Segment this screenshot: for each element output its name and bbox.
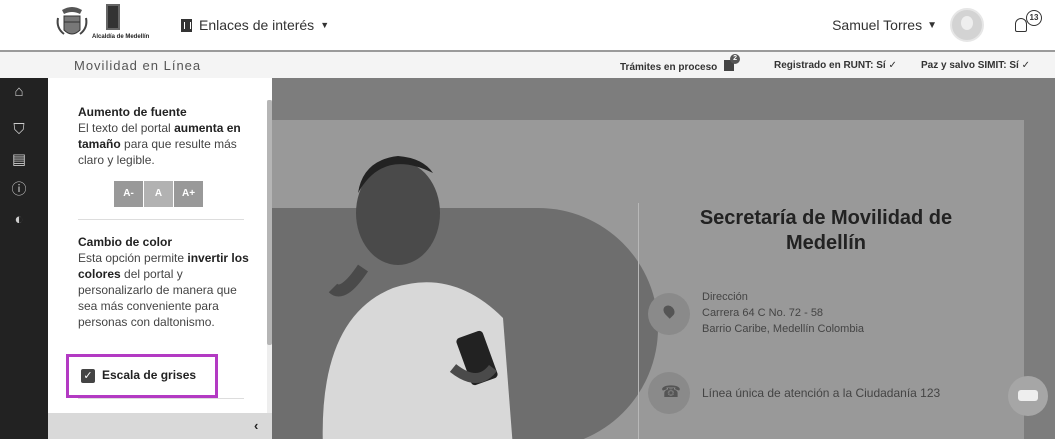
grayscale-checkbox[interactable]: ✓ (81, 369, 95, 383)
document-icon: 2 (724, 54, 741, 71)
divider (638, 203, 639, 439)
hero-person-image (322, 156, 513, 439)
address-label: Dirección (702, 291, 748, 303)
alcaldia-logo[interactable]: Alcaldía de Medellín (92, 4, 149, 46)
colombia-coat-of-arms-icon (56, 7, 88, 35)
left-icon-strip: ⌂ ⛉ ▤ ⓘ ◐ (0, 78, 48, 439)
font-increase-button[interactable]: A+ (174, 181, 203, 207)
location-icon (648, 293, 690, 335)
chevron-down-icon: ▼ (320, 20, 330, 30)
panel-collapse-bar[interactable]: ‹ (48, 413, 272, 439)
links-label: Enlaces de interés (199, 17, 315, 33)
chevron-down-icon: ▼ (927, 19, 937, 31)
runt-status: Registrado en RUNT: Sí ✓ (774, 60, 897, 71)
grayscale-option[interactable]: ✓ Escala de grises (66, 354, 218, 398)
links-dropdown[interactable]: Enlaces de interés ▼ (181, 17, 329, 33)
address-block: Dirección Carrera 64 C No. 72 - 58 Barri… (702, 289, 864, 337)
user-name: Samuel Torres (832, 17, 923, 33)
tramites-badge: 2 (730, 54, 741, 64)
tramites-label: Trámites en proceso (620, 62, 718, 73)
avatar[interactable] (950, 8, 984, 42)
section-title: Secretaría de Movilidad de Medellín (699, 207, 953, 254)
chevron-left-icon[interactable]: ‹ (254, 418, 258, 433)
bell-icon (1015, 18, 1027, 32)
logo-text: Alcaldía de Medellín (92, 34, 150, 40)
font-size-buttons: A- A A+ (114, 181, 204, 207)
font-reset-button[interactable]: A (144, 181, 173, 207)
grayscale-label: Escala de grises (102, 368, 197, 382)
top-bar: Alcaldía de Medellín Enlaces de interés … (0, 0, 1055, 50)
sub-bar: Movilidad en Línea Trámites en proceso 2… (0, 50, 1055, 78)
phone-line: Línea única de atención a la Ciudadanía … (702, 386, 941, 400)
phone-icon (648, 372, 690, 414)
info-icon[interactable]: ⓘ (11, 182, 27, 198)
address-line-2: Barrio Caribe, Medellín Colombia (702, 323, 865, 335)
page-title: Movilidad en Línea (74, 58, 202, 73)
font-size-title: Aumento de fuente (78, 105, 187, 119)
divider (78, 219, 244, 220)
building-icon (106, 4, 120, 30)
color-text: Esta opción permite (78, 251, 188, 265)
user-menu[interactable]: Samuel Torres ▼ (832, 17, 937, 33)
color-change-section: Cambio de color Esta opción permite inve… (78, 234, 258, 330)
color-change-title: Cambio de color (78, 235, 173, 249)
font-size-section: Aumento de fuente El texto del portal au… (78, 104, 258, 168)
font-decrease-button[interactable]: A- (114, 181, 143, 207)
divider (78, 398, 244, 399)
chatbot-icon[interactable] (1008, 376, 1048, 416)
font-text: El texto del portal (78, 121, 175, 135)
notification-badge: 13 (1026, 10, 1042, 26)
document-icon[interactable]: ▤ (11, 152, 27, 168)
traffic-icon[interactable]: ⛉ (11, 122, 27, 138)
notifications-bell[interactable]: 13 (1014, 10, 1042, 40)
scrollbar-thumb[interactable] (267, 100, 272, 345)
building-icon (181, 18, 192, 32)
simit-status: Paz y salvo SIMIT: Sí ✓ (921, 60, 1030, 71)
accessibility-icon[interactable]: ◐ (11, 212, 27, 228)
home-icon[interactable]: ⌂ (11, 84, 27, 100)
tramites-link[interactable]: Trámites en proceso 2 (620, 54, 741, 73)
address-line-1: Carrera 64 C No. 72 - 58 (702, 307, 824, 319)
